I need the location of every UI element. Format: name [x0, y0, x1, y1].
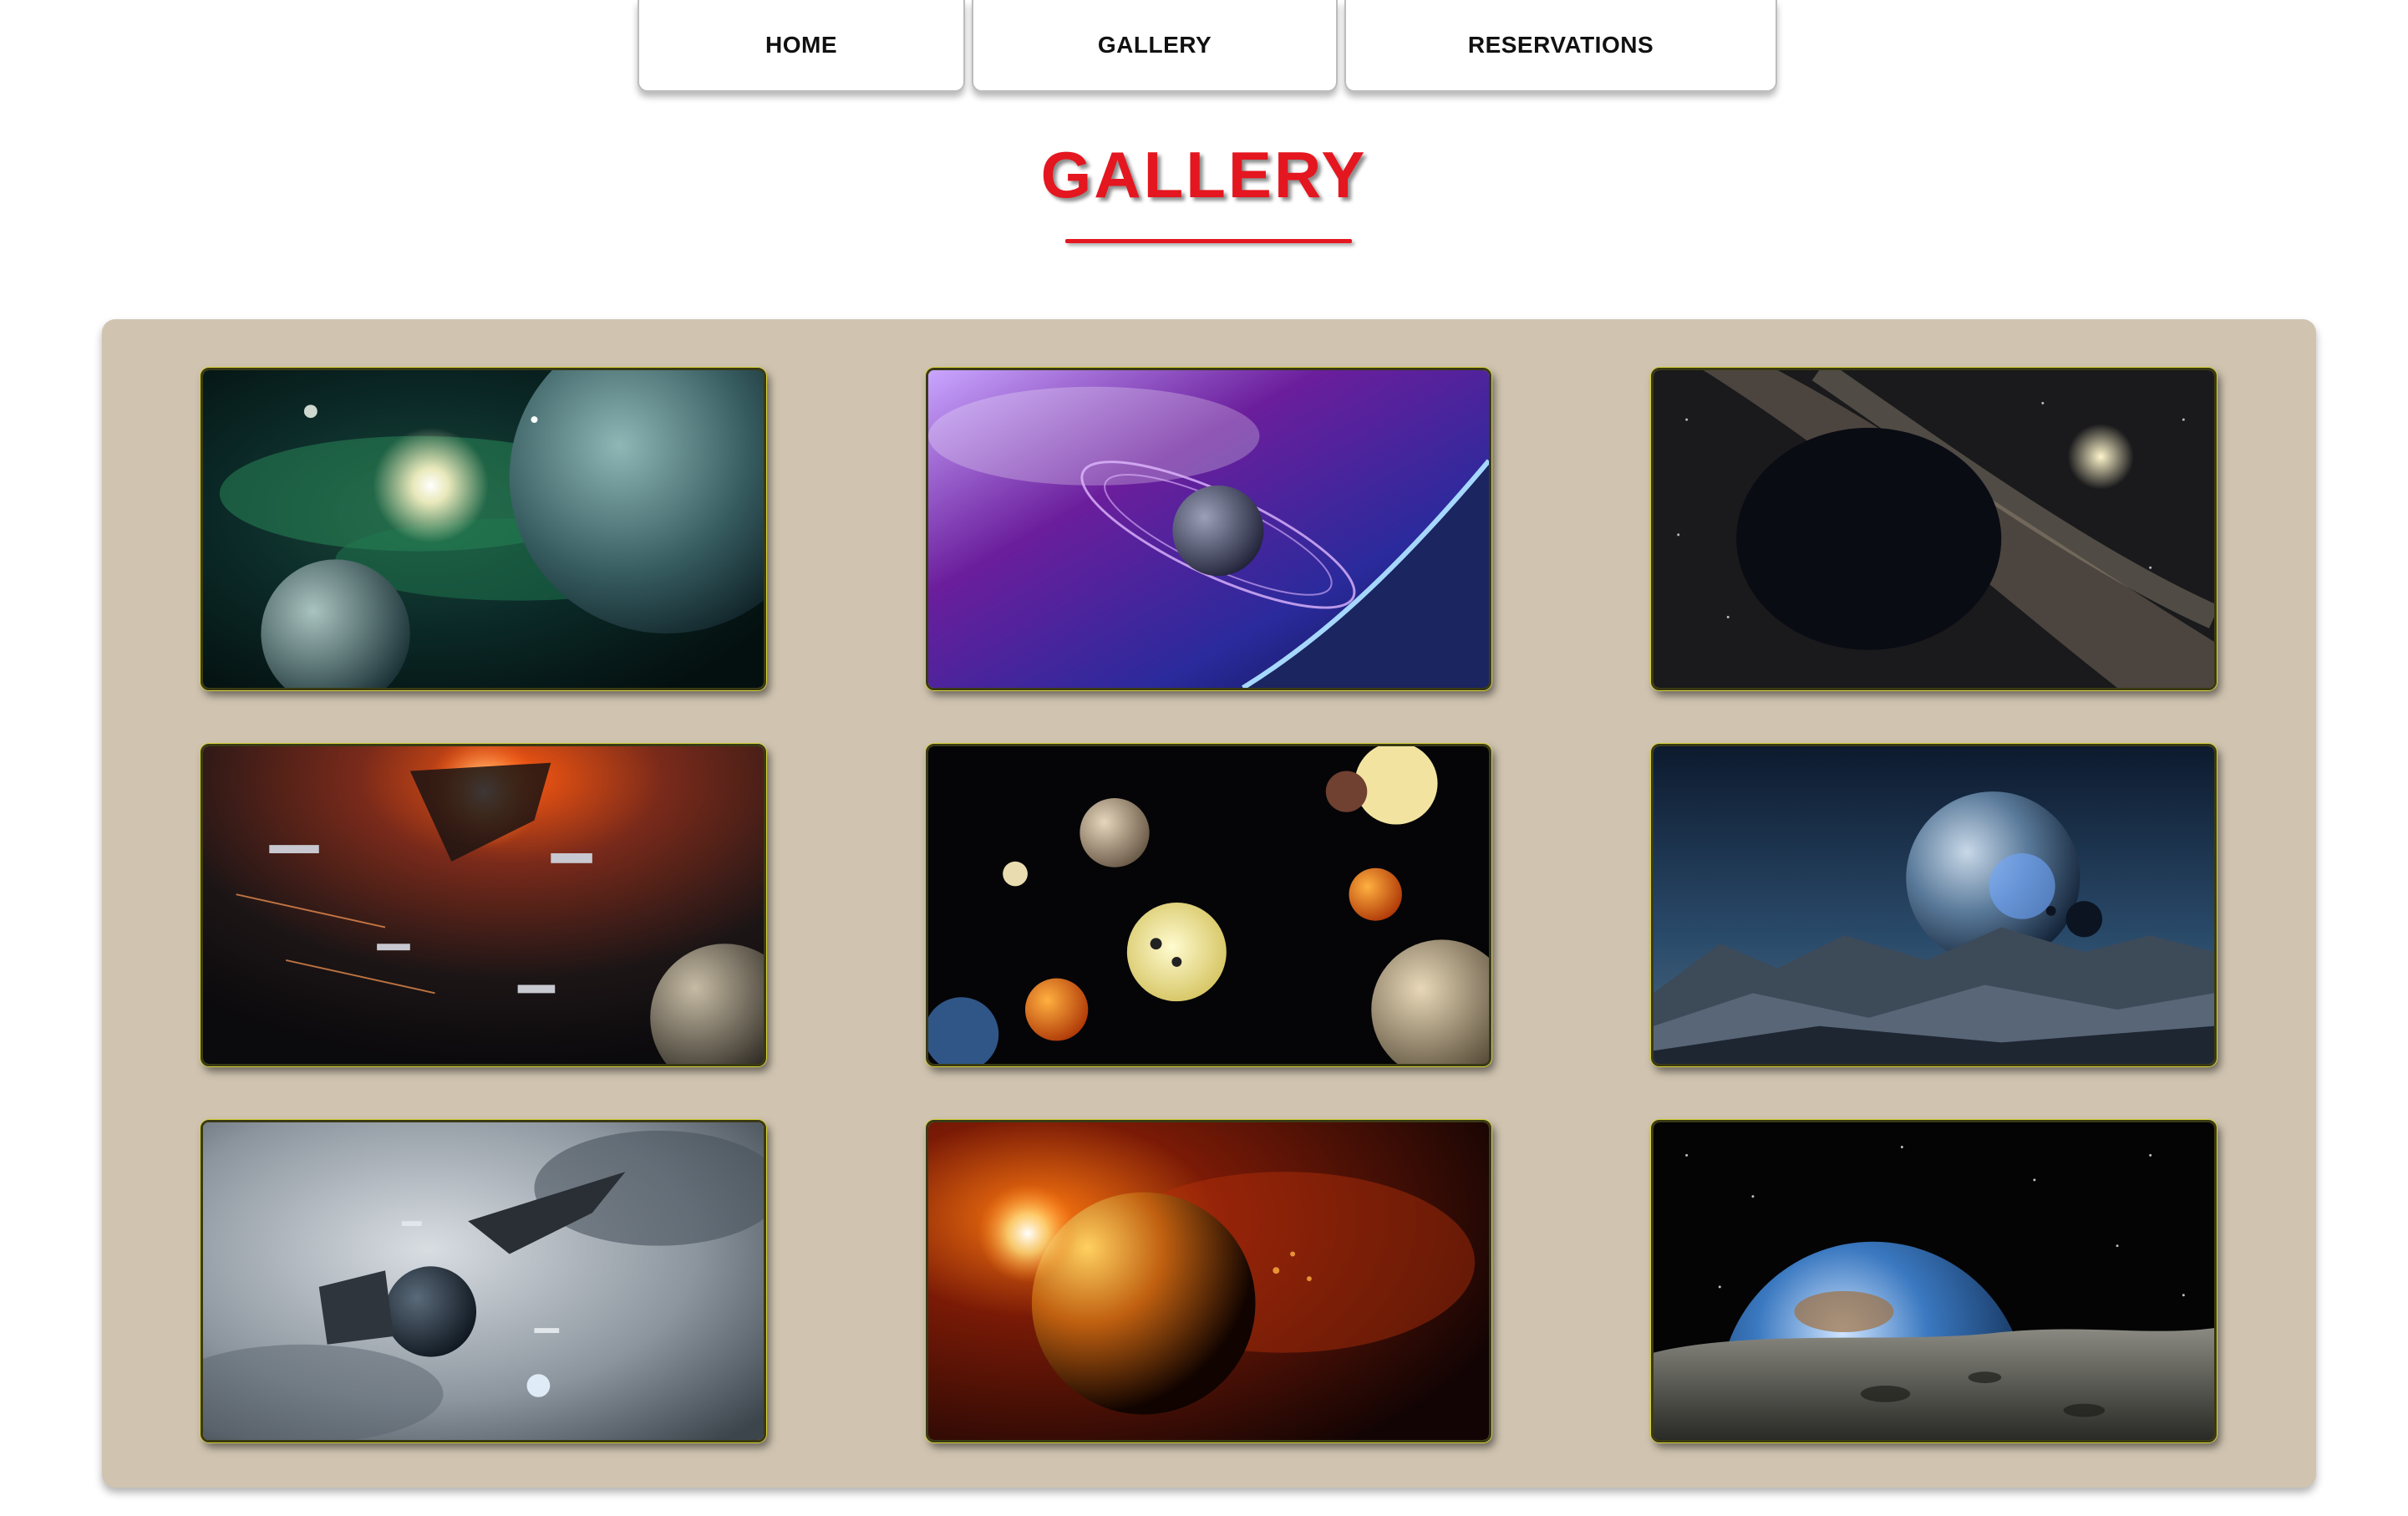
gallery-image-2[interactable]	[926, 368, 1491, 690]
gallery-image-5[interactable]	[926, 744, 1491, 1066]
gallery-image-6[interactable]	[1651, 744, 2217, 1066]
gallery-image-1-art	[203, 370, 764, 688]
gallery-image-4[interactable]	[201, 744, 766, 1066]
title-underline	[1065, 239, 1352, 243]
top-navigation: HOME GALLERY RESERVATIONS	[0, 0, 2408, 96]
gallery-image-7[interactable]	[201, 1120, 766, 1442]
nav-home-button[interactable]: HOME	[638, 0, 965, 92]
nav-reservations-button[interactable]: RESERVATIONS	[1344, 0, 1777, 92]
gallery-image-6-art	[1654, 746, 2214, 1064]
gallery-image-2-art	[928, 370, 1489, 688]
gallery-image-9-art	[1654, 1122, 2214, 1440]
gallery-image-9[interactable]	[1651, 1120, 2217, 1442]
page-title-wrap: GALLERY	[0, 142, 2408, 207]
gallery-panel	[102, 319, 2316, 1488]
gallery-image-7-art	[203, 1122, 764, 1440]
nav-gallery-button[interactable]: GALLERY	[972, 0, 1338, 92]
gallery-image-5-art	[928, 746, 1489, 1064]
gallery-image-8[interactable]	[926, 1120, 1491, 1442]
gallery-image-3[interactable]	[1651, 368, 2217, 690]
gallery-image-8-art	[928, 1122, 1489, 1440]
gallery-image-1[interactable]	[201, 368, 766, 690]
gallery-image-3-art	[1654, 370, 2214, 688]
page-title: GALLERY	[1040, 138, 1368, 211]
gallery-image-4-art	[203, 746, 764, 1064]
